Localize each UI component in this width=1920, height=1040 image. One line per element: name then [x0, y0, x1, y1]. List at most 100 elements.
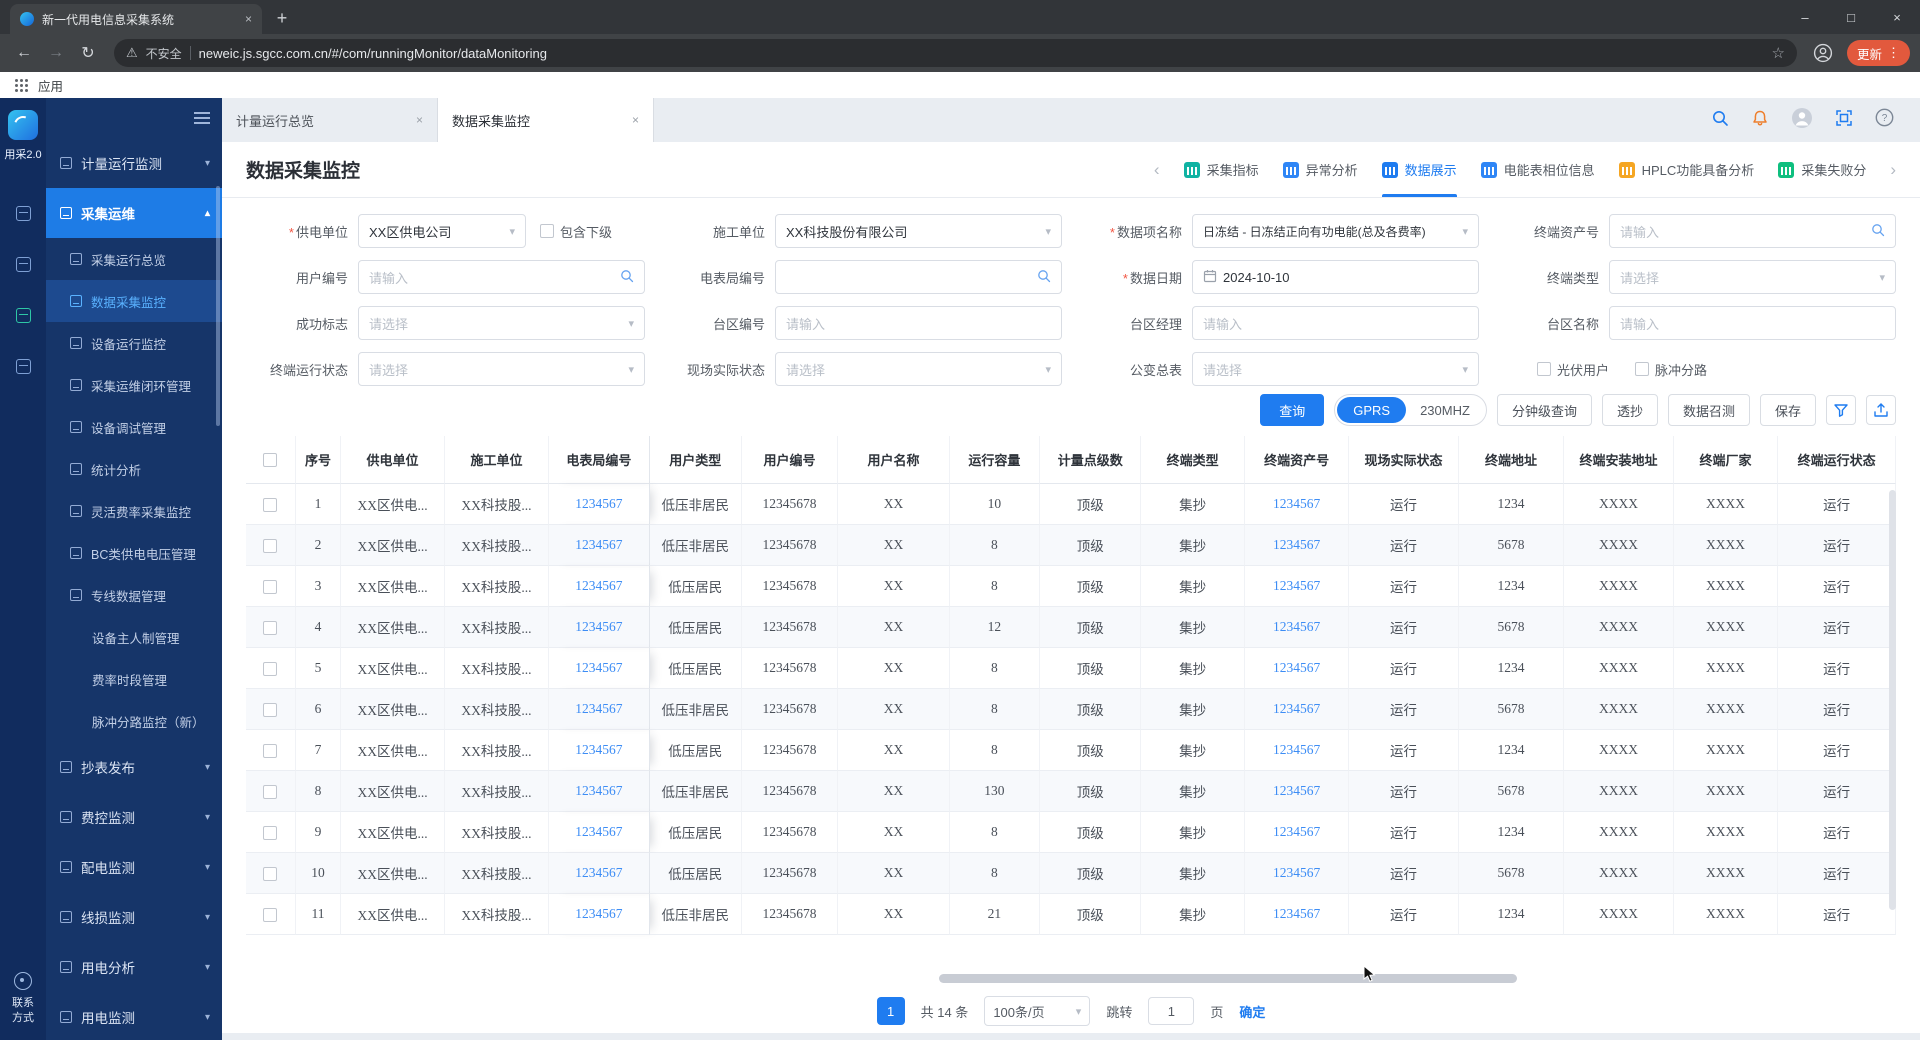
browser-tab[interactable]: 新一代用电信息采集系统 ×: [10, 4, 262, 34]
column-header-10[interactable]: 终端资产号: [1245, 436, 1349, 484]
row-checkbox[interactable]: [263, 539, 277, 553]
rail-tools-icon[interactable]: [16, 308, 31, 323]
search-icon[interactable]: [620, 269, 634, 286]
column-header-8[interactable]: 计量点级数: [1040, 436, 1141, 484]
terminal-asset-input[interactable]: 请输入: [1609, 214, 1896, 248]
public-transformer-select[interactable]: 请选择▾: [1192, 352, 1479, 386]
cell-3[interactable]: 1234567: [549, 812, 649, 853]
row-checkbox[interactable]: [263, 744, 277, 758]
rail-monitor-icon[interactable]: [16, 206, 31, 221]
module-tab-0[interactable]: 采集指标: [1184, 142, 1259, 197]
minute-query-button[interactable]: 分钟级查询: [1497, 394, 1592, 426]
close-icon[interactable]: ×: [632, 113, 639, 127]
sidebar-item-1-7[interactable]: BC类供电电压管理: [46, 532, 222, 574]
page-1-button[interactable]: 1: [877, 997, 905, 1025]
station-manager-input[interactable]: 请输入: [1192, 306, 1479, 340]
pv-user-checkbox[interactable]: 光伏用户: [1537, 360, 1609, 379]
include-sub-checkbox[interactable]: 包含下级: [540, 222, 612, 241]
row-checkbox[interactable]: [263, 703, 277, 717]
page-size-select[interactable]: 100条/页▾: [984, 996, 1090, 1026]
row-checkbox[interactable]: [263, 662, 277, 676]
cell-3[interactable]: 1234567: [549, 730, 649, 771]
row-checkbox[interactable]: [263, 621, 277, 635]
column-header-7[interactable]: 运行容量: [950, 436, 1040, 484]
mhz-option[interactable]: 230MHZ: [1406, 403, 1484, 418]
sidebar-section-5[interactable]: 线损监测▾: [46, 892, 222, 942]
bell-icon[interactable]: [1751, 109, 1769, 132]
cell-10[interactable]: 1234567: [1245, 894, 1349, 935]
filter-funnel-button[interactable]: [1826, 395, 1856, 425]
sidebar-section-7[interactable]: 用电监测▾: [46, 992, 222, 1040]
cell-10[interactable]: 1234567: [1245, 689, 1349, 730]
cell-3[interactable]: 1234567: [549, 894, 649, 935]
url-bar[interactable]: ⚠ 不安全 neweic.js.sgcc.com.cn/#/com/runnin…: [114, 39, 1797, 67]
terminal-run-state-select[interactable]: 请选择▾: [358, 352, 645, 386]
cell-10[interactable]: 1234567: [1245, 566, 1349, 607]
sidebar-subitem-2[interactable]: 脉冲分路监控（新）: [46, 700, 222, 742]
tab-close-icon[interactable]: ×: [245, 12, 252, 26]
sidebar-section-1[interactable]: 采集运维▴: [46, 188, 222, 238]
save-button[interactable]: 保存: [1760, 394, 1816, 426]
readthrough-button[interactable]: 透抄: [1602, 394, 1658, 426]
jump-page-input[interactable]: 1: [1148, 997, 1194, 1025]
vertical-scrollbar-thumb[interactable]: [1889, 490, 1896, 910]
cell-10[interactable]: 1234567: [1245, 648, 1349, 689]
cell-3[interactable]: 1234567: [549, 566, 649, 607]
sidebar-item-1-0[interactable]: 采集运行总览: [46, 238, 222, 280]
success-flag-select[interactable]: 请选择▾: [358, 306, 645, 340]
back-button[interactable]: ←: [10, 39, 38, 67]
apps-grid-icon[interactable]: [14, 78, 28, 92]
horizontal-scrollbar-thumb[interactable]: [939, 974, 1517, 983]
contact-block[interactable]: 联系方式: [10, 972, 35, 1026]
data-item-select[interactable]: 日冻结 - 日冻结正向有功电能(总及各费率)▾: [1192, 214, 1479, 248]
station-no-input[interactable]: 请输入: [775, 306, 1062, 340]
sidebar-subitem-0[interactable]: 设备主人制管理: [46, 616, 222, 658]
column-header-11[interactable]: 现场实际状态: [1349, 436, 1459, 484]
profile-icon[interactable]: [1809, 39, 1837, 67]
sidebar-subitem-1[interactable]: 费率时段管理: [46, 658, 222, 700]
forward-button[interactable]: →: [42, 39, 70, 67]
update-button[interactable]: 更新 ⋮: [1847, 40, 1910, 66]
column-header-14[interactable]: 终端厂家: [1674, 436, 1778, 484]
gprs-option[interactable]: GPRS: [1337, 397, 1406, 423]
sidebar-item-1-1[interactable]: 数据采集监控: [46, 280, 222, 322]
user-no-input[interactable]: 请输入: [358, 260, 645, 294]
browser-menu-icon[interactable]: ⋮: [1887, 45, 1900, 61]
sidebar-section-0[interactable]: 计量运行监测▾: [46, 138, 222, 188]
sidebar-section-2[interactable]: 抄表发布▾: [46, 742, 222, 792]
meter-no-input[interactable]: [775, 260, 1062, 294]
close-icon[interactable]: ×: [416, 113, 423, 127]
cell-3[interactable]: 1234567: [549, 853, 649, 894]
column-header-2[interactable]: 施工单位: [445, 436, 549, 484]
select-all-checkbox[interactable]: [263, 453, 277, 467]
fullscreen-scan-icon[interactable]: [1835, 109, 1853, 132]
row-checkbox[interactable]: [263, 908, 277, 922]
column-header-9[interactable]: 终端类型: [1141, 436, 1244, 484]
sidebar-section-3[interactable]: 费控监测▾: [46, 792, 222, 842]
supply-unit-select[interactable]: XX区供电公司▾: [358, 214, 526, 248]
rail-modules-icon[interactable]: [16, 257, 31, 272]
sidebar-collapse-icon[interactable]: [194, 112, 210, 124]
window-minimize-button[interactable]: –: [1782, 0, 1828, 34]
cell-3[interactable]: 1234567: [549, 771, 649, 812]
row-checkbox[interactable]: [263, 826, 277, 840]
sidebar-section-6[interactable]: 用电分析▾: [46, 942, 222, 992]
column-header-6[interactable]: 用户名称: [838, 436, 950, 484]
rail-orders-icon[interactable]: [16, 359, 31, 374]
module-tab-5[interactable]: 采集失败分: [1778, 142, 1866, 197]
cell-3[interactable]: 1234567: [549, 689, 649, 730]
module-tab-1[interactable]: 异常分析: [1283, 142, 1358, 197]
reload-button[interactable]: ↻: [74, 39, 102, 67]
data-date-picker[interactable]: 2024-10-10: [1192, 260, 1479, 294]
content-tab-1[interactable]: 数据采集监控 ×: [438, 98, 654, 142]
cell-3[interactable]: 1234567: [549, 607, 649, 648]
window-close-button[interactable]: ×: [1874, 0, 1920, 34]
nav-right-chevron-icon[interactable]: ›: [1890, 160, 1896, 180]
nav-left-chevron-icon[interactable]: ‹: [1154, 160, 1160, 180]
column-header-0[interactable]: 序号: [296, 436, 342, 484]
new-tab-button[interactable]: +: [268, 4, 296, 32]
sidebar-item-1-3[interactable]: 采集运维闭环管理: [46, 364, 222, 406]
column-header-5[interactable]: 用户编号: [742, 436, 838, 484]
search-icon[interactable]: [1037, 269, 1051, 286]
cell-3[interactable]: 1234567: [549, 648, 649, 689]
